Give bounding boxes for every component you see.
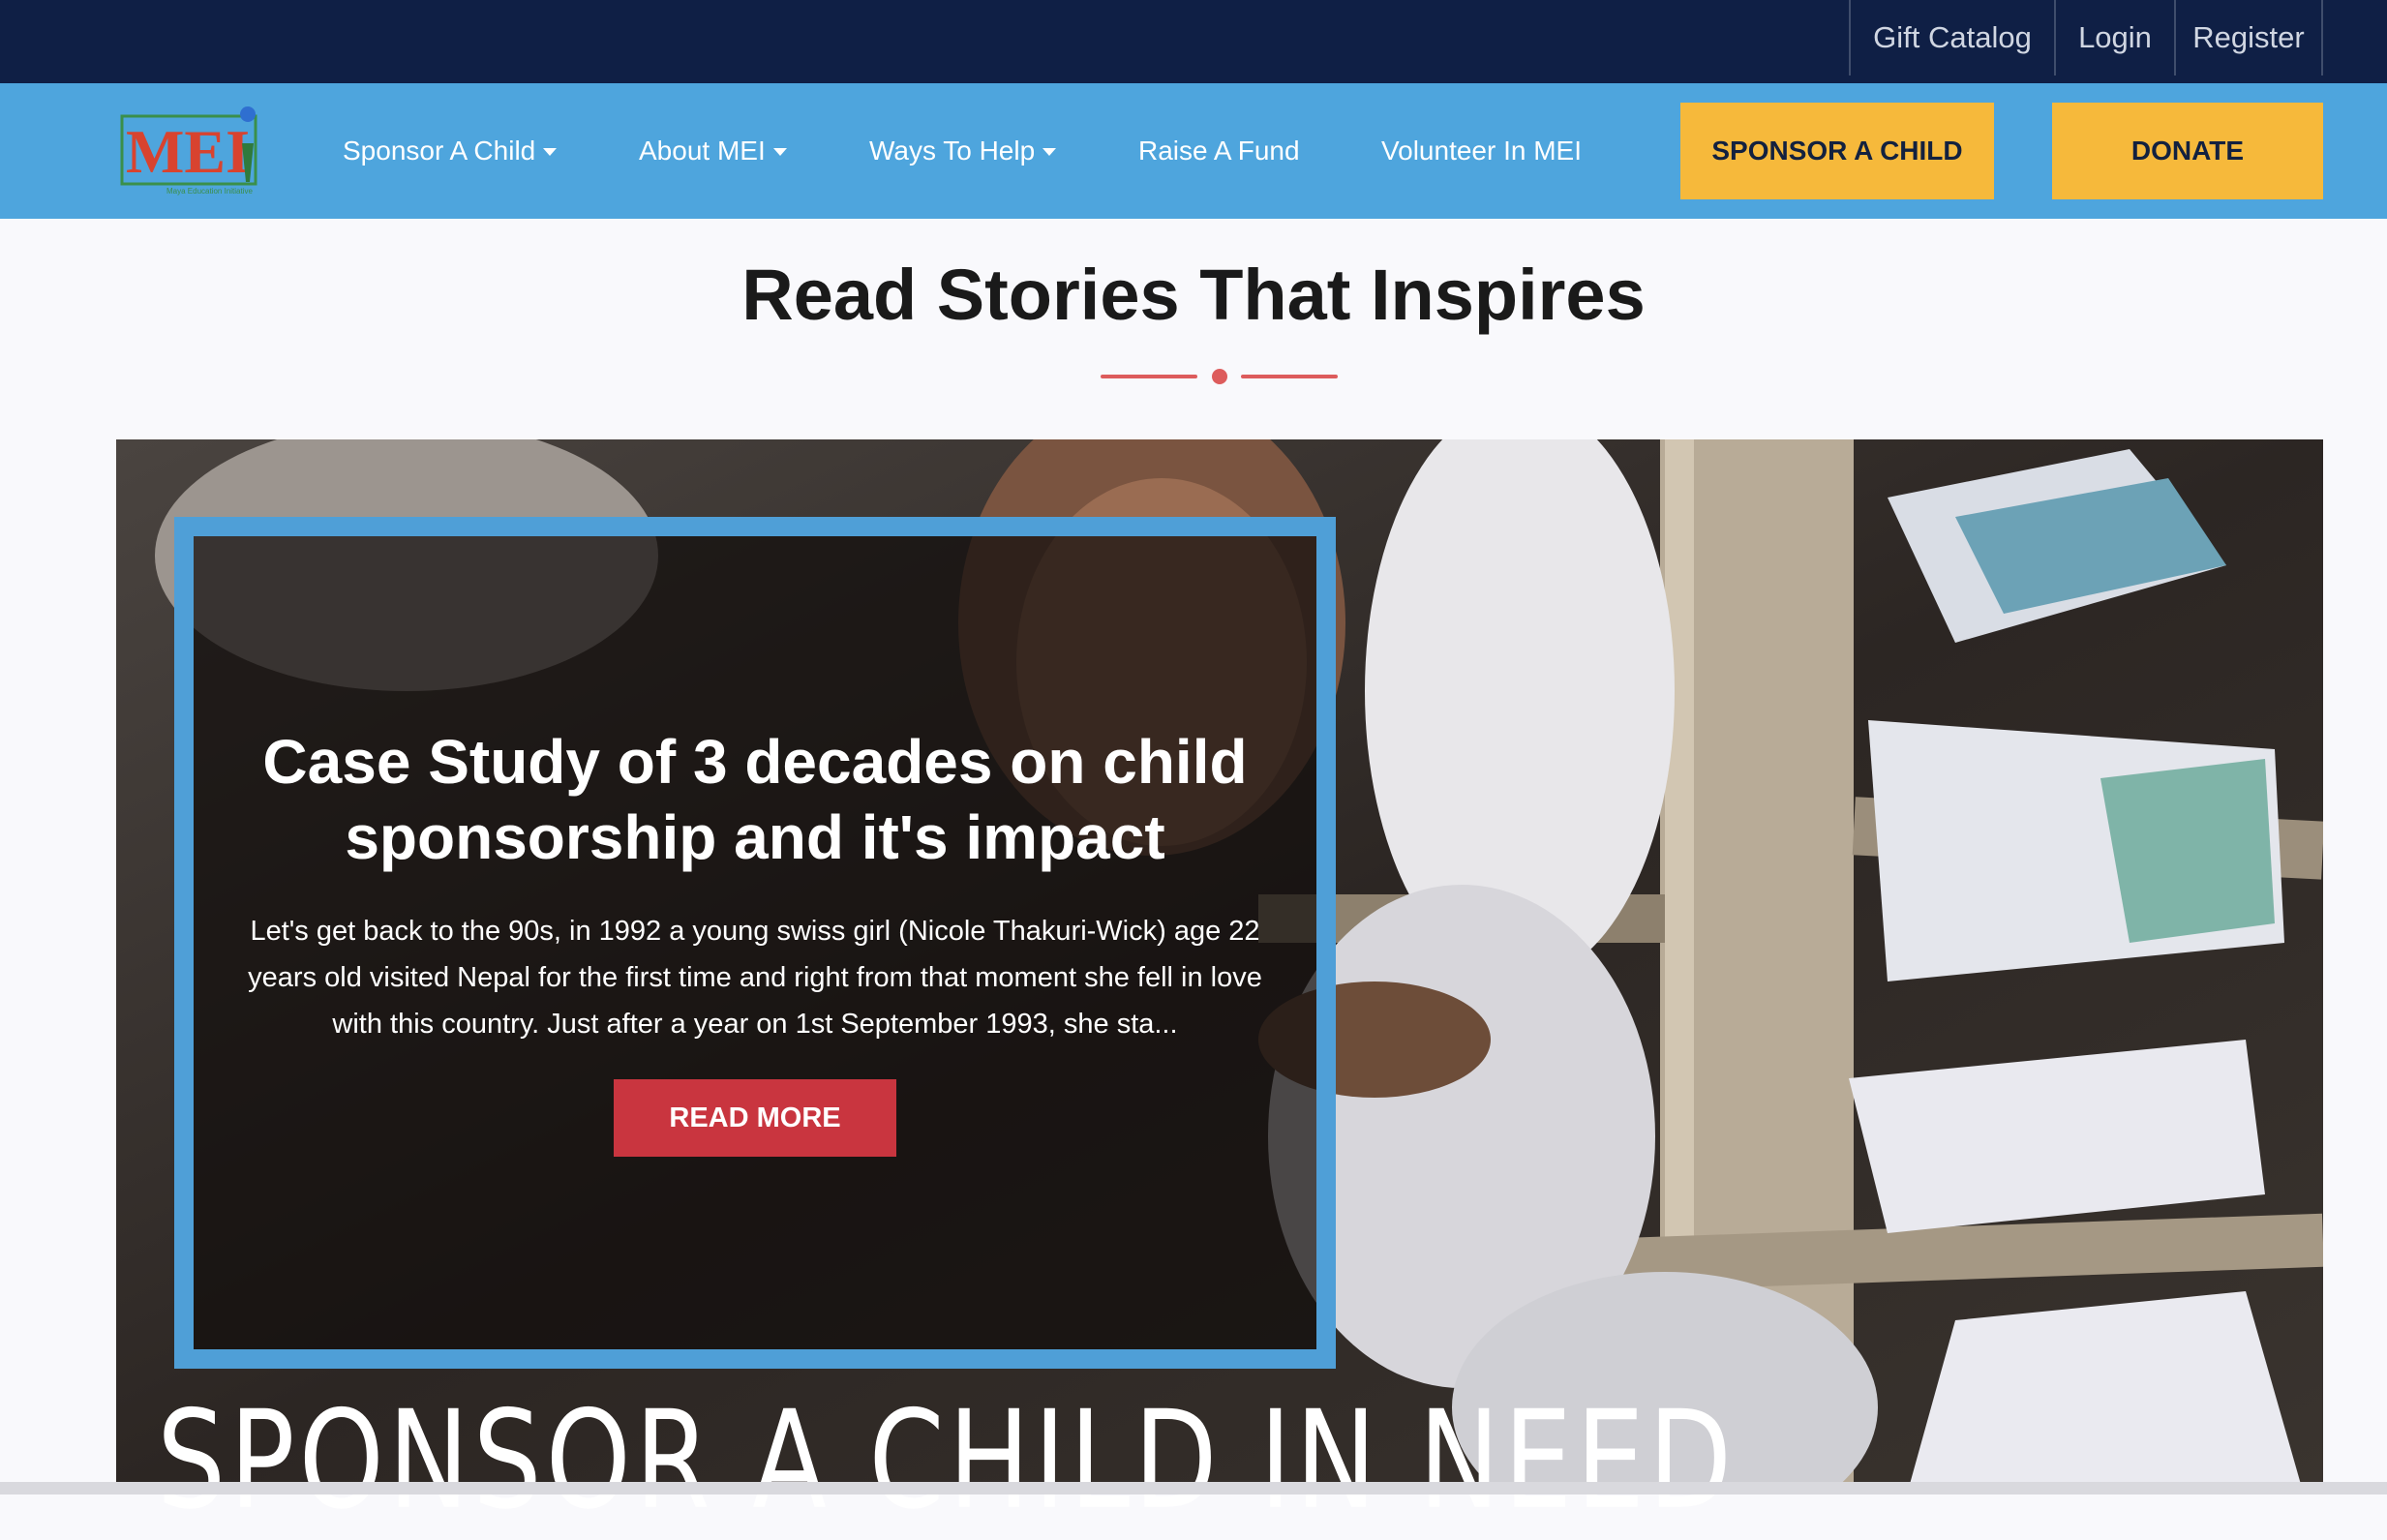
section-title: Read Stories That Inspires [741,255,1646,335]
register-link[interactable]: Register [2174,0,2323,75]
chevron-down-icon [772,148,787,156]
status-bar [0,1482,2387,1495]
title-divider-left [1101,375,1197,378]
sponsor-a-child-button[interactable]: SPONSOR A CHILD [1680,103,1994,199]
nav-volunteer-in-mei-label: Volunteer In MEI [1381,136,1583,166]
read-more-button[interactable]: READ MORE [614,1079,896,1157]
nav-sponsor-a-child-label: Sponsor A Child [343,136,536,166]
sponsor-banner-text: SPONSOR A CHILD IN NEED [157,1382,1737,1540]
story-excerpt: Let's get back to the 90s, in 1992 a you… [248,916,1262,1040]
title-divider-right [1241,375,1338,378]
logo-tagline: Maya Education Initiative [166,187,253,196]
top-utility-bar: Gift Catalog Login Register [0,0,2387,83]
mei-logo[interactable]: MEI Maya Education Initiative [120,105,263,197]
nav-sponsor-a-child[interactable]: Sponsor A Child [343,83,558,219]
nav-raise-a-fund-label: Raise A Fund [1138,136,1300,166]
nav-about-mei[interactable]: About MEI [639,83,787,219]
gift-catalog-link[interactable]: Gift Catalog [1849,0,2054,75]
donate-button[interactable]: DONATE [2052,103,2323,199]
story-title: Case Study of 3 decades on child sponsor… [262,727,1248,872]
nav-raise-a-fund[interactable]: Raise A Fund [1138,83,1300,219]
chevron-down-icon [543,148,558,156]
chevron-down-icon [1042,148,1057,156]
nav-ways-to-help[interactable]: Ways To Help [869,83,1057,219]
title-divider-dot [1212,369,1227,384]
logo-text: MEI [126,117,250,186]
login-link[interactable]: Login [2054,0,2174,75]
nav-volunteer-in-mei[interactable]: Volunteer In MEI [1381,83,1582,219]
logo-globe-icon [240,106,256,122]
main-navigation: MEI Maya Education Initiative Sponsor A … [0,83,2387,219]
nav-ways-to-help-label: Ways To Help [869,136,1036,166]
nav-about-mei-label: About MEI [639,136,766,166]
